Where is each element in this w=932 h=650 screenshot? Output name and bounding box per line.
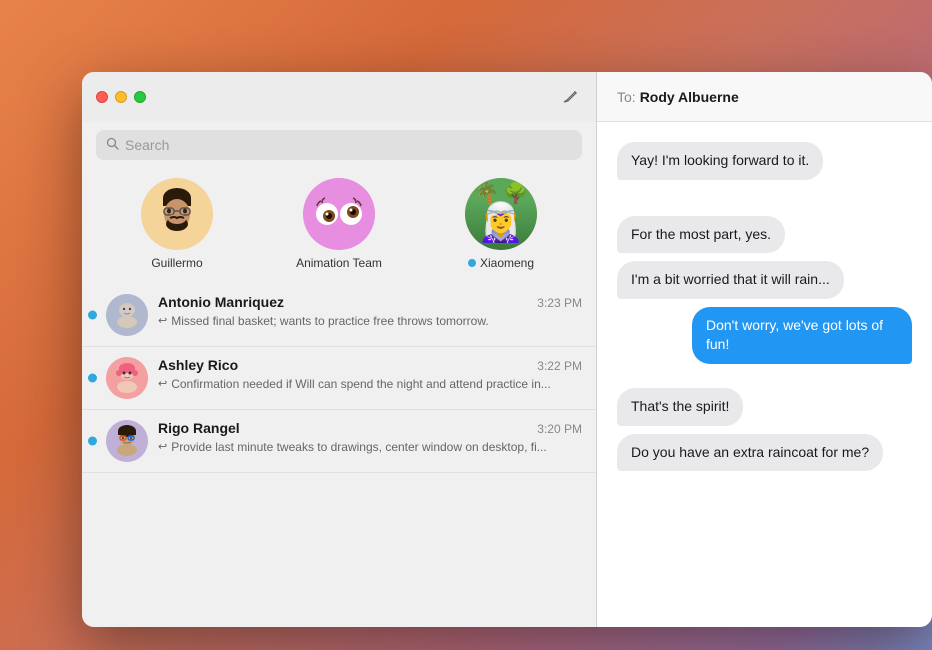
contact-name-animation-team: Animation Team [296, 256, 382, 270]
avatar-wrapper-animation-team [303, 178, 375, 250]
avatar-antonio [106, 294, 148, 336]
message-bubble-5: That's the spirit! [617, 388, 743, 426]
contact-name-guillermo: Guillermo [151, 256, 202, 270]
unread-indicator-antonio [88, 311, 97, 320]
avatar-animation-team [303, 178, 375, 250]
chat-messages: Yay! I'm looking forward to it. For the … [597, 122, 932, 627]
message-item-ashley[interactable]: Ashley Rico 3:22 PM ↩ Confirmation neede… [82, 347, 596, 410]
msg-content-antonio: Antonio Manriquez 3:23 PM ↩ Missed final… [158, 294, 582, 330]
message-item-antonio[interactable]: Antonio Manriquez 3:23 PM ↩ Missed final… [82, 284, 596, 347]
left-panel: Search [82, 72, 597, 627]
msg-preview-ashley: ↩ Confirmation needed if Will can spend … [158, 376, 582, 393]
message-item-rigo[interactable]: Rigo Rangel 3:20 PM ↩ Provide last minut… [82, 410, 596, 473]
pinned-contact-animation-team[interactable]: Animation Team [289, 178, 389, 270]
traffic-lights [96, 91, 146, 103]
avatar-ashley [106, 357, 148, 399]
msg-content-ashley: Ashley Rico 3:22 PM ↩ Confirmation neede… [158, 357, 582, 393]
chat-header: To: Rody Albuerne [597, 72, 932, 122]
msg-sender-rigo: Rigo Rangel [158, 420, 240, 436]
pinned-contacts: Guillermo [82, 168, 596, 284]
reply-icon-rigo: ↩ [158, 440, 167, 455]
right-panel: To: Rody Albuerne Yay! I'm looking forwa… [597, 72, 932, 627]
spacer-2 [617, 372, 912, 380]
close-button[interactable] [96, 91, 108, 103]
reply-icon-antonio: ↩ [158, 314, 167, 329]
chat-recipient: Rody Albuerne [640, 89, 739, 105]
msg-time-rigo: 3:20 PM [537, 422, 582, 436]
msg-header-antonio: Antonio Manriquez 3:23 PM [158, 294, 582, 310]
msg-time-ashley: 3:22 PM [537, 359, 582, 373]
messages-window: Search [82, 72, 932, 627]
to-label: To: [617, 89, 636, 105]
search-bar[interactable]: Search [96, 130, 582, 160]
message-bubble-2: For the most part, yes. [617, 216, 785, 254]
msg-preview-text-rigo: Provide last minute tweaks to drawings, … [171, 439, 547, 456]
pinned-contact-xiaomeng[interactable]: 🌴 🌳 🧝‍♀️ Xiaomeng [451, 178, 551, 270]
minimize-button[interactable] [115, 91, 127, 103]
msg-preview-rigo: ↩ Provide last minute tweaks to drawings… [158, 439, 582, 456]
msg-header-ashley: Ashley Rico 3:22 PM [158, 357, 582, 373]
search-placeholder: Search [125, 137, 169, 153]
unread-indicator-rigo [88, 437, 97, 446]
title-bar [82, 72, 596, 122]
avatar-wrapper-xiaomeng: 🌴 🌳 🧝‍♀️ [465, 178, 537, 250]
online-indicator-xiaomeng [468, 259, 476, 267]
contact-name-xiaomeng: Xiaomeng [468, 256, 534, 270]
message-bubble-3: I'm a bit worried that it will rain... [617, 261, 844, 299]
msg-time-antonio: 3:23 PM [537, 296, 582, 310]
message-bubble-4: Don't worry, we've got lots of fun! [692, 307, 912, 364]
messages-list: Antonio Manriquez 3:23 PM ↩ Missed final… [82, 284, 596, 627]
avatar-xiaomeng: 🌴 🌳 🧝‍♀️ [465, 178, 537, 250]
msg-sender-ashley: Ashley Rico [158, 357, 238, 373]
maximize-button[interactable] [134, 91, 146, 103]
msg-sender-antonio: Antonio Manriquez [158, 294, 284, 310]
avatar-wrapper-guillermo [141, 178, 213, 250]
msg-preview-text-ashley: Confirmation needed if Will can spend th… [171, 376, 551, 393]
msg-preview-text-antonio: Missed final basket; wants to practice f… [171, 313, 488, 330]
unread-indicator-ashley [88, 374, 97, 383]
avatar-guillermo [141, 178, 213, 250]
search-icon [106, 137, 119, 153]
avatar-rigo [106, 420, 148, 462]
message-bubble-1: Yay! I'm looking forward to it. [617, 142, 823, 180]
spacer-1 [617, 188, 912, 208]
msg-content-rigo: Rigo Rangel 3:20 PM ↩ Provide last minut… [158, 420, 582, 456]
message-bubble-6: Do you have an extra raincoat for me? [617, 434, 883, 472]
msg-header-rigo: Rigo Rangel 3:20 PM [158, 420, 582, 436]
pinned-contact-guillermo[interactable]: Guillermo [127, 178, 227, 270]
reply-icon-ashley: ↩ [158, 377, 167, 392]
msg-preview-antonio: ↩ Missed final basket; wants to practice… [158, 313, 582, 330]
compose-button[interactable] [560, 86, 582, 108]
